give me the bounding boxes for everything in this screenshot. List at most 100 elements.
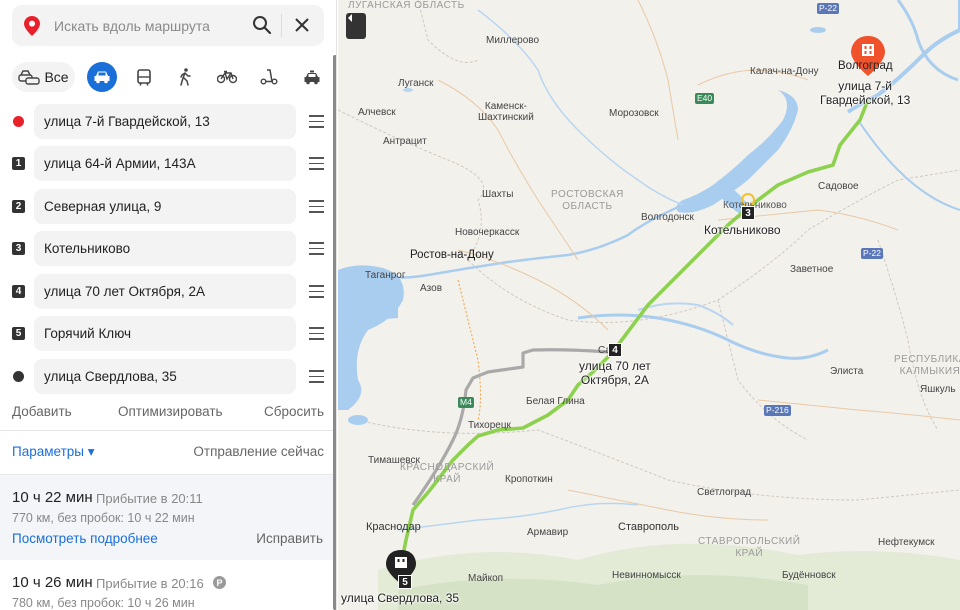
map-label-town: Невинномысск xyxy=(612,570,681,581)
mode-walk-button[interactable] xyxy=(170,62,200,92)
departure-time[interactable]: Отправление сейчас xyxy=(193,444,324,459)
map-label-town: Калач-на-Дону xyxy=(750,66,819,77)
route-actions: Добавить Оптимизировать Сбросить xyxy=(12,404,324,420)
map-label-town: Шахты xyxy=(482,189,514,200)
close-icon[interactable] xyxy=(292,15,312,35)
map-canvas[interactable]: ЛУГАНСКАЯ ОБЛАСТЬ Миллерово Луганск Алче… xyxy=(338,0,960,610)
mode-car-button[interactable] xyxy=(87,62,117,92)
map-label-region: ЛУГАНСКАЯ ОБЛАСТЬ xyxy=(348,0,465,11)
route-option-2[interactable]: 10 ч 26 мин Прибытие в 20:16 P 780 км, б… xyxy=(0,560,333,610)
map-pin-icon xyxy=(24,15,40,36)
waypoint-3: 3 Котельниково xyxy=(0,231,336,266)
waypoint-field[interactable]: улица 64-й Армии, 143А xyxy=(34,146,296,181)
waypoint-field[interactable]: улица 70 лет Октября, 2А xyxy=(34,274,296,309)
road-number-badge: Р-216 xyxy=(764,405,791,416)
search-input[interactable] xyxy=(54,17,254,34)
reset-button[interactable]: Сбросить xyxy=(264,404,324,419)
mode-bus-button[interactable] xyxy=(129,62,159,92)
transport-modes: Все xyxy=(12,62,324,92)
waypoint-1: 1 улица 64-й Армии, 143А xyxy=(0,146,336,181)
bus-icon xyxy=(137,68,151,85)
map-label-town: Светлоград xyxy=(697,487,752,498)
map-waypoint-label: Котельниково xyxy=(704,223,781,237)
map-label-town: Нефтекумск xyxy=(878,537,935,548)
drag-handle-icon[interactable] xyxy=(309,242,324,255)
route-details-link[interactable]: Посмотреть подробнее xyxy=(12,531,158,546)
map-waypoint-number[interactable]: 5 xyxy=(398,575,412,589)
taxi-icon xyxy=(304,70,320,84)
map-label-city: Волгоград xyxy=(838,60,893,72)
map-label-town: Луганск xyxy=(398,78,434,89)
pedestrian-icon xyxy=(180,68,191,86)
add-point-button[interactable]: Добавить xyxy=(12,404,72,419)
chevron-left-icon xyxy=(348,14,352,22)
map-label-town: Новочеркасск xyxy=(455,227,520,238)
waypoint-number: 3 xyxy=(12,242,25,255)
mode-all-label: Все xyxy=(44,69,69,85)
waypoint-field[interactable]: улица Свердлова, 35 xyxy=(34,359,296,394)
map-waypoint-label: улица Свердлова, 35 xyxy=(341,591,460,605)
map-waypoint-number[interactable]: 4 xyxy=(608,343,622,357)
waypoint-field[interactable]: Горячий Ключ xyxy=(34,316,296,351)
map-label-town: Элиста xyxy=(830,366,864,377)
drag-handle-icon[interactable] xyxy=(309,115,324,128)
waypoint-number: 2 xyxy=(12,200,25,213)
scooter-icon xyxy=(260,69,278,85)
route-duration: 10 ч 26 мин xyxy=(12,574,93,591)
route-distance: 770 км, без пробок: 10 ч 22 мин xyxy=(12,511,195,525)
panel-scrollbar[interactable] xyxy=(333,55,336,610)
waypoint-number: 4 xyxy=(12,285,25,298)
map-label-town: Тихорецк xyxy=(468,420,511,431)
waypoint-field[interactable]: улица 7-й Гвардейской, 13 xyxy=(34,104,296,139)
map-label-town: Волгодонск xyxy=(641,212,694,223)
road-number-badge: Р-22 xyxy=(817,3,839,14)
map-label-region: СТАВРОПОЛЬСКИЙ КРАЙ xyxy=(698,536,801,559)
waypoint-start: улица 7-й Гвардейской, 13 xyxy=(0,104,336,139)
map-label-city: Ставрополь xyxy=(618,521,680,533)
drag-handle-icon[interactable] xyxy=(309,157,324,170)
drag-handle-icon[interactable] xyxy=(309,285,324,298)
mode-taxi-button[interactable] xyxy=(297,62,327,92)
map-label-town: Садовое xyxy=(818,181,859,192)
waypoint-end: улица Свердлова, 35 xyxy=(0,359,336,394)
map-label-region: РОСТОВСКАЯ ОБЛАСТЬ xyxy=(551,189,624,212)
map-label-town: Алчевск xyxy=(358,107,396,118)
map-label-city: Краснодар xyxy=(366,521,421,533)
drag-handle-icon[interactable] xyxy=(309,200,324,213)
map-label-town: Таганрог xyxy=(365,270,406,281)
mode-scooter-button[interactable] xyxy=(254,62,284,92)
search-divider xyxy=(281,14,282,37)
collapse-panel-button[interactable] xyxy=(346,13,366,39)
mode-bike-button[interactable] xyxy=(212,62,242,92)
road-number-badge: Е40 xyxy=(695,93,715,104)
map-label-town: Антрацит xyxy=(383,136,427,147)
map-label-town: Белая Глина xyxy=(526,396,585,407)
mode-all-button[interactable]: Все xyxy=(12,62,75,92)
route-option-1[interactable]: 10 ч 22 мин Прибытие в 20:11 770 км, без… xyxy=(0,475,333,560)
route-duration: 10 ч 22 мин xyxy=(12,489,93,506)
waypoint-field[interactable]: Котельниково xyxy=(34,231,296,266)
waypoint-field[interactable]: Северная улица, 9 xyxy=(34,189,296,224)
map-label-town: Миллерово xyxy=(486,35,540,46)
drag-handle-icon[interactable] xyxy=(309,370,324,383)
start-dot-icon xyxy=(13,116,24,127)
map-label-town: Каменск- Шахтинский xyxy=(478,101,534,123)
route-search-bar xyxy=(12,5,324,46)
waypoint-2: 2 Северная улица, 9 xyxy=(0,189,336,224)
route-distance: 780 км, без пробок: 10 ч 26 мин xyxy=(12,596,195,610)
optimize-button[interactable]: Оптимизировать xyxy=(118,404,223,419)
map-label-town: Будённовск xyxy=(782,570,836,581)
map-waypoint-number[interactable]: 3 xyxy=(741,206,755,220)
map-waypoint-label: улица 7-й Гвардейской, 13 xyxy=(820,79,911,107)
map-label-town: Майкоп xyxy=(468,573,504,584)
waypoint-5: 5 Горячий Ключ xyxy=(0,316,336,351)
waypoint-4: 4 улица 70 лет Октября, 2А xyxy=(0,274,336,309)
route-panel: Все xyxy=(0,0,337,610)
road-number-badge: Р-22 xyxy=(861,248,883,259)
search-icon[interactable] xyxy=(252,15,272,35)
drag-handle-icon[interactable] xyxy=(309,327,324,340)
route-fix-link[interactable]: Исправить xyxy=(256,531,323,546)
params-dropdown[interactable]: Параметры ▾ xyxy=(12,444,95,460)
bicycle-icon xyxy=(217,70,237,84)
car-icon xyxy=(94,71,110,84)
